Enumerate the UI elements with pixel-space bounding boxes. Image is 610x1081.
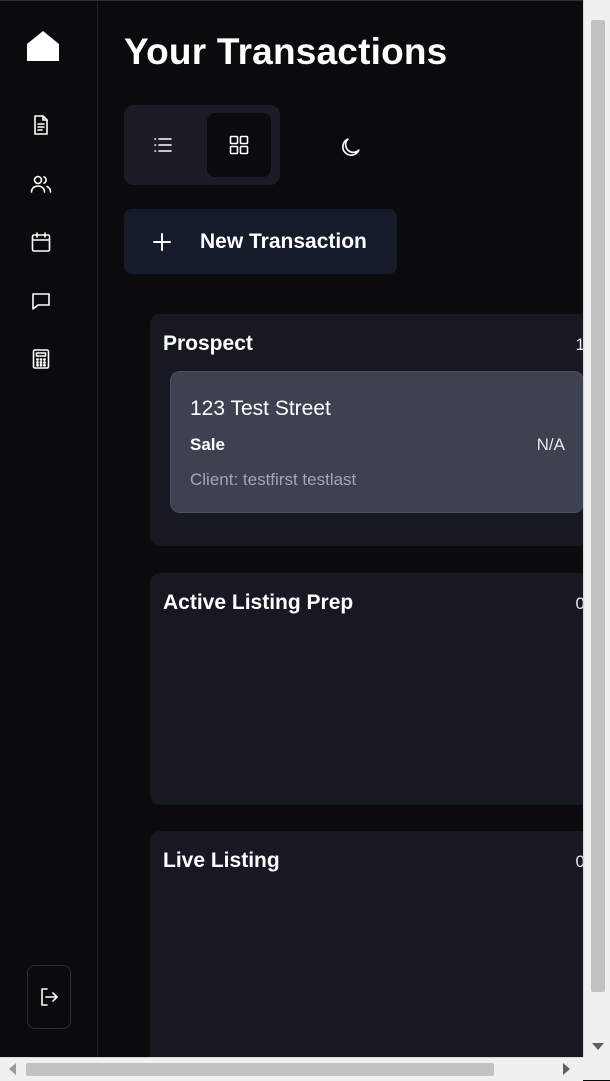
- scroll-down-icon[interactable]: [592, 1043, 604, 1050]
- app-window: Your Transactions New Transaction Prospe…: [0, 0, 583, 1058]
- list-view-button[interactable]: [131, 113, 195, 177]
- transaction-card[interactable]: 123 Test Street Sale N/A Client: testfir…: [170, 371, 583, 513]
- card-price: N/A: [536, 435, 565, 454]
- column-title: Active Listing Prep: [163, 591, 354, 614]
- moon-icon: [341, 137, 360, 156]
- scrollbar-corner: [583, 1057, 610, 1080]
- card-address: 123 Test Street: [190, 397, 331, 420]
- grid-view-button[interactable]: [207, 113, 271, 177]
- main-content: Your Transactions New Transaction Prospe…: [98, 1, 583, 1058]
- document-icon[interactable]: [26, 110, 56, 140]
- column-prospect: Prospect 1 123 Test Street Sale N/A Clie…: [150, 314, 583, 546]
- vertical-scrollbar[interactable]: [583, 0, 610, 1057]
- home-icon[interactable]: [25, 29, 61, 63]
- card-type: Sale: [190, 435, 225, 454]
- theme-toggle-button[interactable]: [328, 125, 372, 169]
- card-client: Client: testfirst testlast: [190, 470, 357, 489]
- scroll-right-icon[interactable]: [563, 1063, 570, 1075]
- horizontal-scrollbar-thumb[interactable]: [26, 1063, 494, 1076]
- vertical-scrollbar-thumb[interactable]: [591, 20, 605, 992]
- page-title: Your Transactions: [124, 31, 448, 72]
- column-count: 0: [576, 594, 583, 614]
- new-transaction-button[interactable]: New Transaction: [124, 209, 397, 274]
- new-transaction-label: New Transaction: [200, 229, 367, 253]
- column-count: 0: [576, 852, 583, 872]
- column-live-listing: Live Listing 0: [150, 831, 583, 1058]
- calendar-icon[interactable]: [26, 227, 56, 257]
- view-toggle: [124, 105, 280, 185]
- grid-icon: [229, 135, 249, 155]
- horizontal-scrollbar[interactable]: [0, 1057, 583, 1081]
- column-count: 1: [576, 335, 583, 355]
- list-icon: [154, 138, 172, 152]
- column-title: Prospect: [163, 332, 253, 355]
- calculator-icon[interactable]: [26, 344, 56, 374]
- logout-button[interactable]: [27, 965, 71, 1029]
- logout-icon: [41, 988, 58, 1006]
- plus-icon: [152, 232, 172, 252]
- column-title: Live Listing: [163, 849, 280, 872]
- chat-icon[interactable]: [26, 286, 56, 316]
- users-icon[interactable]: [26, 169, 56, 199]
- column-active-listing-prep: Active Listing Prep 0: [150, 573, 583, 805]
- sidebar: [0, 1, 98, 1058]
- scroll-left-icon[interactable]: [9, 1063, 16, 1075]
